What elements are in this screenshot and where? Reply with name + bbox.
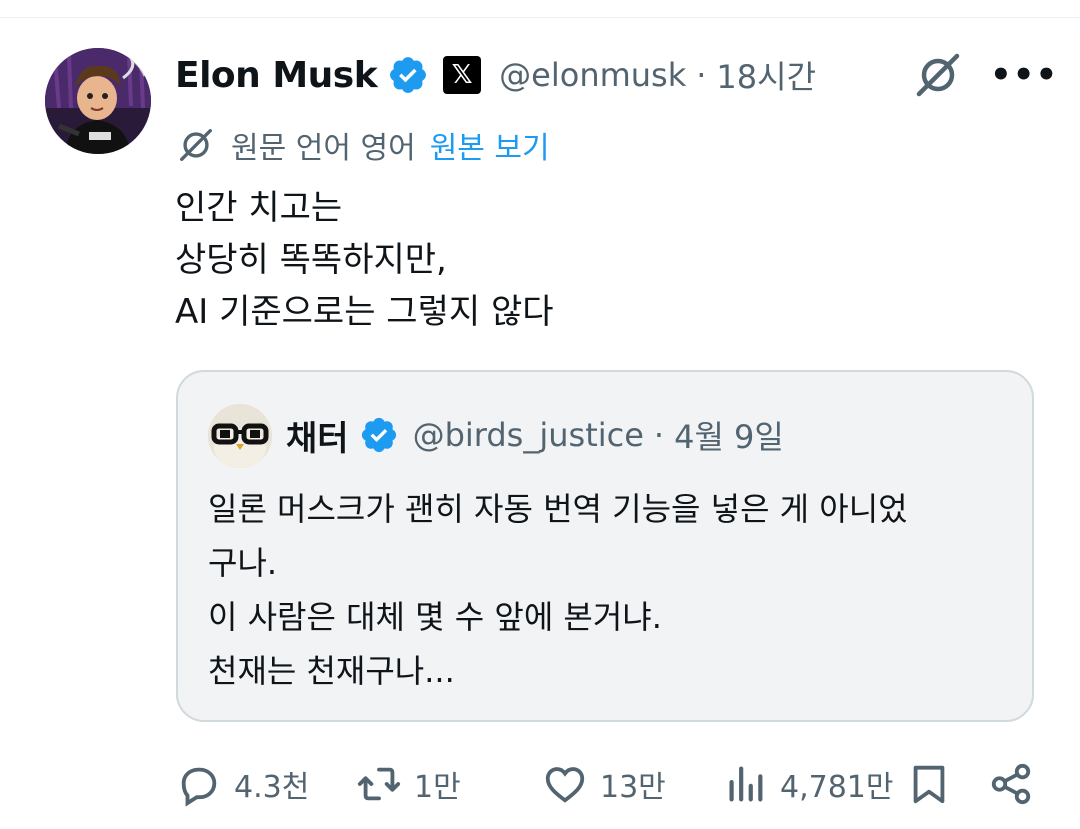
separator-dot: · [653,416,665,454]
repost-button[interactable]: 1만 [356,756,461,812]
quote-avatar[interactable] [208,404,272,468]
quote-author-handle[interactable]: @birds_justice [413,416,644,454]
share-icon [991,763,1031,805]
tweet-line: 상당히 똑똑하지만, [175,240,447,280]
quote-text: 일론 머스크가 괜히 자동 번역 기능을 넣은 게 아니었 구나. 이 사람은 … [208,482,1008,698]
share-button[interactable] [988,756,1034,812]
tweet-text: 인간 치고는 상당히 똑똑하지만, AI 기준으로는 그렇지 않다 [175,182,554,338]
tweet-line: 인간 치고는 [175,188,343,228]
more-icon[interactable]: ••• [990,58,1057,92]
translation-label: 원문 언어 영어 [231,131,416,166]
reply-icon [181,767,217,807]
show-original-link[interactable]: 원본 보기 [430,123,550,167]
translation-row: 원문 언어 영어 원본 보기 [175,122,550,168]
grok-icon[interactable] [913,50,963,100]
quote-header: 채터 @birds_justice · 4월 9일 [286,410,784,460]
author-name[interactable]: Elon Musk [175,55,378,96]
separator-dot: · [696,56,707,94]
views-button[interactable]: 4,781만 [722,756,893,812]
bookmark-button[interactable] [906,756,952,812]
timestamp[interactable]: 18시간 [716,52,816,98]
repost-count: 1만 [414,770,461,805]
view-count: 4,781만 [780,770,894,805]
views-icon [729,766,763,802]
quote-line: 천재는 천재구나... [208,652,455,690]
quote-date[interactable]: 4월 9일 [674,412,784,458]
quoted-tweet[interactable]: 채터 @birds_justice · 4월 9일 일론 머스크가 괜히 자동 … [176,370,1034,722]
reply-button[interactable]: 4.3천 [176,756,309,812]
translate-icon [180,129,212,161]
reply-count: 4.3천 [234,770,310,805]
quote-line: 구나. [208,544,278,582]
quote-author-name[interactable]: 채터 [286,411,349,460]
affiliate-x-icon[interactable]: 𝕏 [443,56,482,94]
tweet-line: AI 기준으로는 그렇지 않다 [175,292,554,332]
like-button[interactable]: 13만 [542,756,666,812]
quote-line: 이 사람은 대체 몇 수 앞에 본거냐. [208,598,662,636]
verified-badge-icon [390,57,427,93]
verified-badge-icon [361,417,396,453]
heart-icon [545,767,585,803]
avatar[interactable] [45,48,151,154]
quote-line: 일론 머스크가 괜히 자동 번역 기능을 넣은 게 아니었 [208,490,908,528]
bookmark-icon [913,765,945,804]
author-handle[interactable]: @elonmusk [499,56,686,94]
action-bar: 4.3천 1만 13만 4,781만 [0,756,1080,812]
top-divider [0,17,1080,18]
repost-icon [357,767,401,801]
like-count: 13만 [600,770,666,805]
tweet-header: Elon Musk 𝕏 @elonmusk · 18시간 [175,50,816,100]
